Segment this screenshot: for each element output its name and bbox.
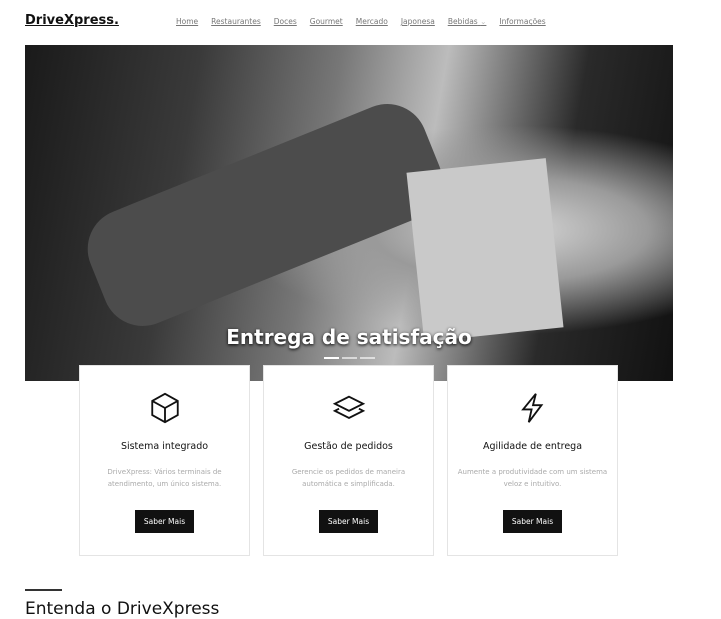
saber-mais-button[interactable]: Saber Mais — [135, 510, 194, 533]
main-nav: Home Restaurantes Doces Gourmet Mercado … — [176, 17, 546, 26]
hero-carousel[interactable]: Entrega de satisfação — [25, 45, 673, 381]
lightning-icon — [520, 393, 543, 423]
nav-mercado[interactable]: Mercado — [356, 17, 388, 26]
nav-informacoes[interactable]: Informações — [499, 17, 545, 26]
carousel-indicator[interactable] — [360, 357, 375, 359]
nav-doces[interactable]: Doces — [274, 17, 297, 26]
saber-mais-button[interactable]: Saber Mais — [503, 510, 562, 533]
feature-card: Agilidade de entrega Aumente a produtivi… — [447, 365, 618, 556]
feature-title: Sistema integrado — [120, 441, 209, 452]
nav-restaurantes[interactable]: Restaurantes — [211, 17, 261, 26]
feature-text: Gerencie os pedidos de maneira automátic… — [291, 468, 406, 488]
nav-bebidas[interactable]: Bebidas ⌄ — [448, 17, 487, 26]
nav-bebidas-label: Bebidas — [447, 17, 478, 26]
nav-home[interactable]: Home — [176, 17, 198, 26]
layers-icon — [332, 395, 365, 419]
carousel-indicators — [324, 357, 375, 359]
feature-title: Agilidade de entrega — [482, 441, 583, 452]
feature-title: Gestão de pedidos — [304, 441, 393, 452]
feature-text: Aumente a produtividade com um sistema v… — [457, 468, 608, 488]
section-divider — [25, 589, 62, 591]
saber-mais-button[interactable]: Saber Mais — [319, 510, 378, 533]
hero-image-arm — [75, 91, 455, 339]
nav-gourmet[interactable]: Gourmet — [310, 17, 343, 26]
hero-caption: Entrega de satisfação — [226, 325, 472, 349]
carousel-indicator[interactable] — [342, 357, 357, 359]
cube-icon — [150, 392, 179, 424]
chevron-down-icon: ⌄ — [480, 17, 487, 26]
feature-card: Sistema integrado DriveXpress: Vários te… — [79, 365, 250, 556]
section-title: Entenda o DriveXpress — [25, 599, 220, 619]
brand-logo[interactable]: DriveXpress. — [25, 13, 119, 28]
hero-image-bag — [406, 158, 564, 342]
carousel-indicator[interactable] — [324, 357, 339, 359]
feature-text: DriveXpress: Vários terminais de atendim… — [107, 468, 222, 488]
nav-japonesa[interactable]: Japonesa — [401, 17, 435, 26]
feature-card: Gestão de pedidos Gerencie os pedidos de… — [263, 365, 434, 556]
